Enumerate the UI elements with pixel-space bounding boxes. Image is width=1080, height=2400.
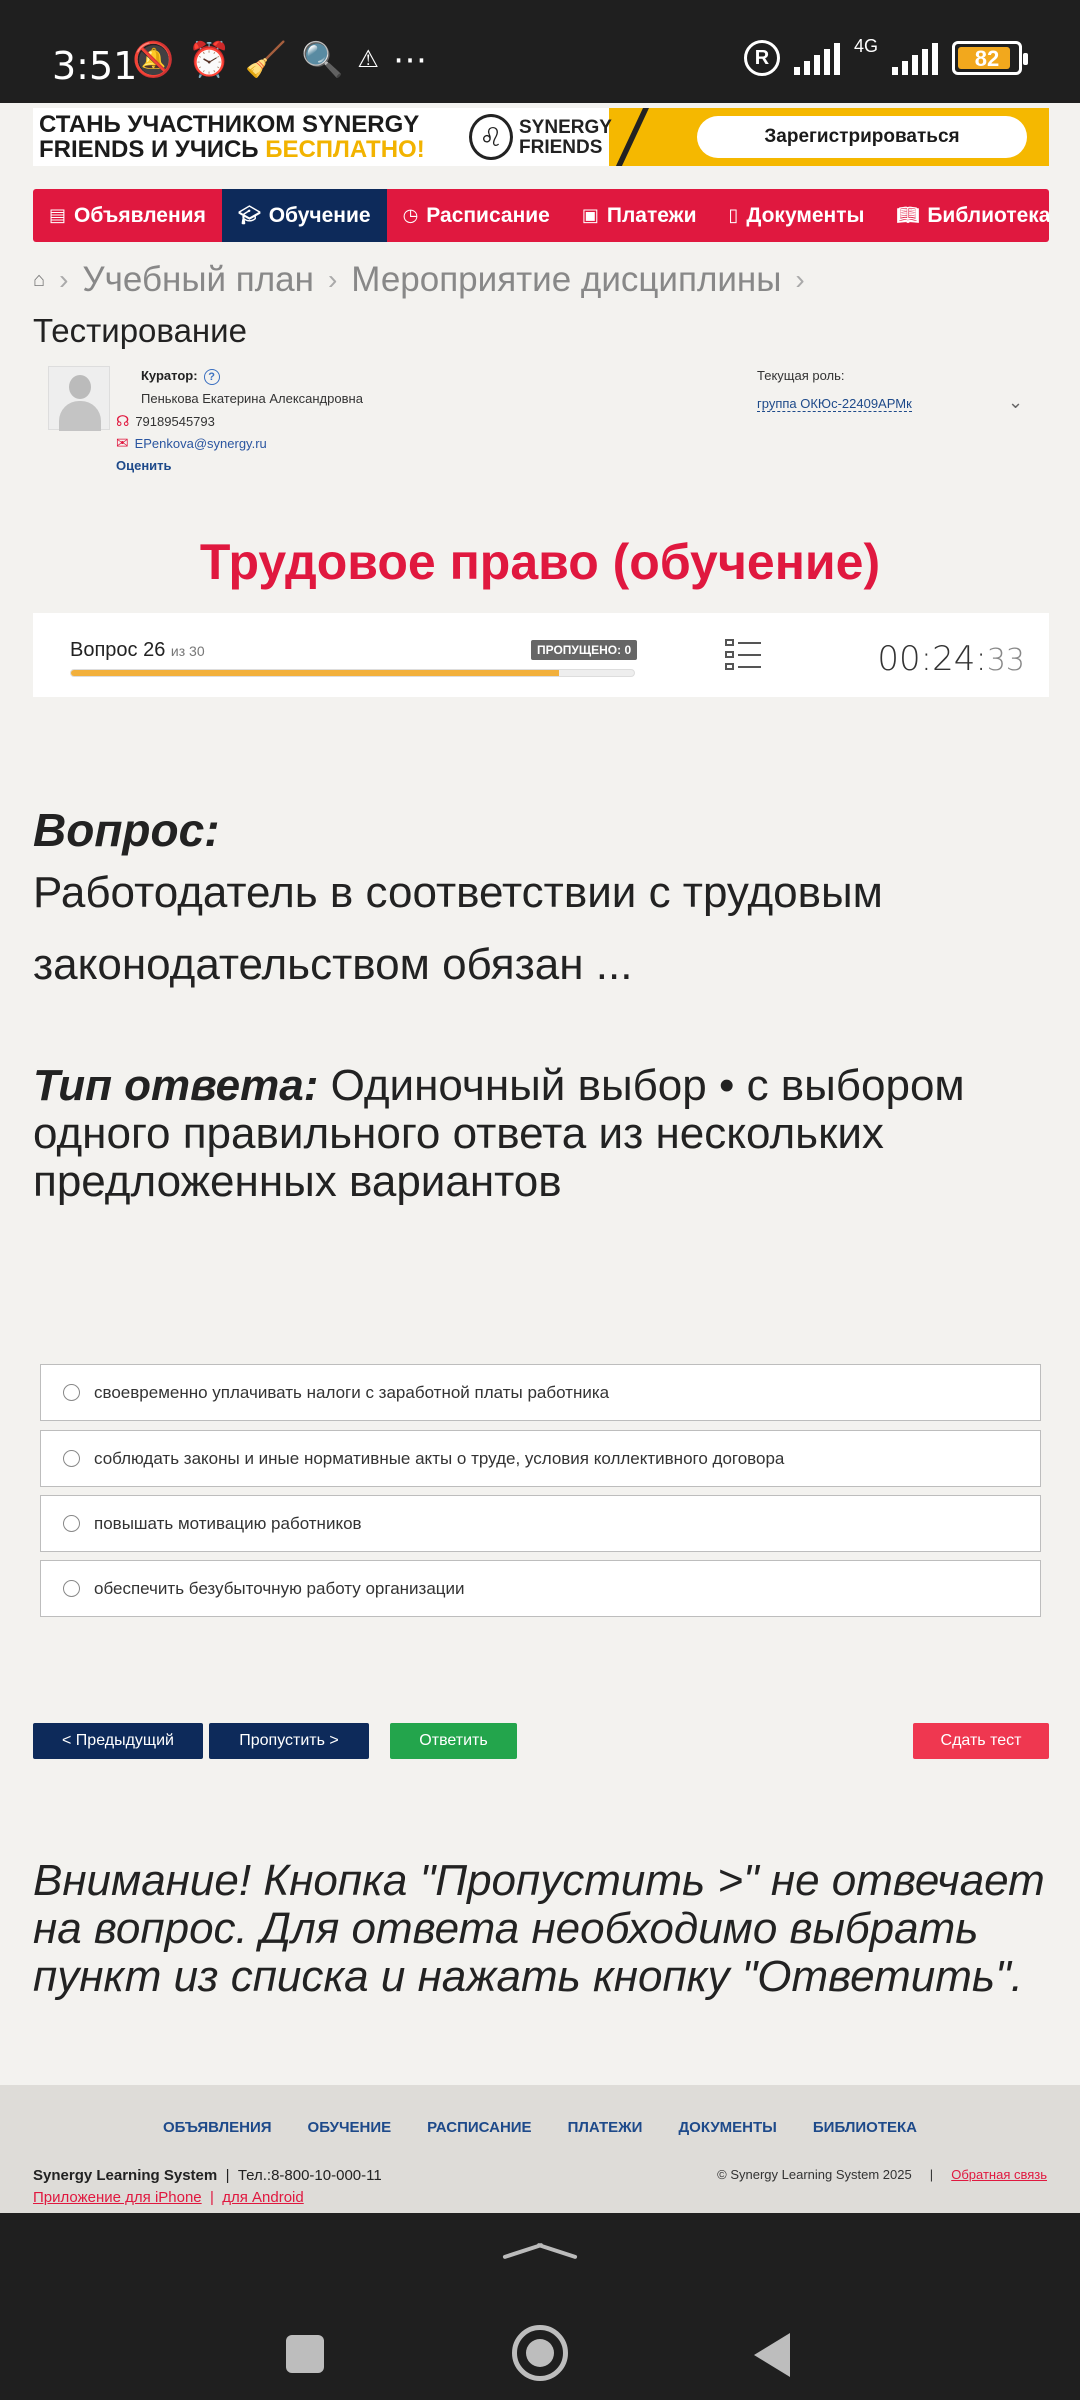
promo-line-2: FRIENDS И УЧИСЬ БЕСПЛАТНО! <box>39 136 425 163</box>
radio-button[interactable] <box>63 1580 80 1597</box>
footer-link-payments[interactable]: ПЛАТЕЖИ <box>568 2119 643 2136</box>
radio-button[interactable] <box>63 1515 80 1532</box>
curator-name: Пенькова Екатерина Александровна <box>141 391 363 406</box>
register-button[interactable]: Зарегистрироваться <box>697 116 1027 158</box>
curator-phone: ☊ 79189545793 <box>116 413 215 430</box>
graduation-cap-icon: 🎓︎ <box>237 205 261 225</box>
alarm-icon: ⏰ <box>188 41 231 79</box>
recents-button[interactable] <box>286 2335 324 2373</box>
system-nav-bar <box>0 2213 1080 2400</box>
registered-icon: R <box>743 40 780 76</box>
home-icon[interactable]: ⌂ <box>33 269 45 292</box>
course-title: Трудовое право (обучение) <box>199 534 881 590</box>
promo-text: СТАНЬ УЧАСТНИКОМ SYNERGY FRIENDS И УЧИСЬ… <box>39 112 425 162</box>
nav-item-learning[interactable]: 🎓︎ Обучение <box>221 189 387 242</box>
role-label: Текущая роль: <box>757 368 845 383</box>
network-type: 4G <box>853 35 878 56</box>
home-button[interactable] <box>512 2325 568 2381</box>
footer-right: © Synergy Learning System 2025 | Обратна… <box>717 2167 1047 2182</box>
notice-text: Внимание! Кнопка "Пропустить >" не отвеч… <box>33 1856 1045 2001</box>
answer-option[interactable]: соблюдать законы и иные нормативные акты… <box>40 1430 1041 1487</box>
clock-icon: ◷ <box>402 205 419 225</box>
footer: ОБЪЯВЛЕНИЯ ОБУЧЕНИЕ РАСПИСАНИЕ ПЛАТЕЖИ Д… <box>0 2085 1080 2213</box>
role-select[interactable]: группа ОКЮс-22409АРМк <box>757 396 912 412</box>
question-text: Работодатель в соответствии с трудовым з… <box>33 868 883 989</box>
document-icon: ▯ <box>728 205 739 225</box>
chevron-right-icon: › <box>795 264 805 295</box>
battery-level: 82 <box>974 46 1000 71</box>
footer-link-announcements[interactable]: ОБЪЯВЛЕНИЯ <box>163 2119 272 2136</box>
answer-button[interactable]: Ответить <box>390 1723 517 1759</box>
search-icon: 🔍 <box>301 41 344 79</box>
status-icons-right: R 4G 82 <box>743 36 1028 76</box>
lion-icon: ♌ <box>469 114 513 160</box>
skipped-badge: ПРОПУЩЕНО: 0 <box>531 640 638 660</box>
list-icon: ▤ <box>49 205 67 225</box>
back-button[interactable] <box>754 2333 790 2377</box>
status-icons-left: 🔕 ⏰ 🧹 🔍 ⚠ ⋯ <box>132 40 427 80</box>
chevron-right-icon: › <box>327 264 338 295</box>
android-app-link[interactable]: для Android <box>222 2189 304 2206</box>
breadcrumb: ⌂ › Учебный план › Мероприятие дисциплин… <box>33 260 805 300</box>
answer-type: Тип ответа: Одиночный выбор • с выбором … <box>33 1061 965 1206</box>
synergy-friends-logo: ♌ SYNERGY FRIENDS <box>469 114 619 160</box>
nav-item-payments[interactable]: ▣ Платежи <box>566 189 713 242</box>
nav-item-library[interactable]: 📖︎Библиотека⌄ <box>880 189 1049 242</box>
skip-button[interactable]: Пропустить > <box>209 1723 369 1759</box>
mail-icon: ✉ <box>116 435 129 452</box>
curator-label: Куратор:? <box>141 368 220 385</box>
feedback-link[interactable]: Обратная связь <box>951 2167 1047 2182</box>
warning-icon: ⚠ <box>357 46 379 73</box>
curator-email[interactable]: ✉ EPenkova@synergy.ru <box>116 434 267 452</box>
finish-test-button[interactable]: Сдать тест <box>913 1723 1049 1759</box>
answer-option[interactable]: обеспечить безубыточную работу организац… <box>40 1560 1041 1617</box>
progress-panel: Вопрос 26 из 30 ПРОПУЩЕНО: 0 00:24:33 <box>33 613 1049 697</box>
timer: 00:24:33 <box>877 639 1025 679</box>
iphone-app-link[interactable]: Приложение для iPhone <box>33 2189 202 2206</box>
question-heading: Вопрос: <box>33 804 220 856</box>
signal-icon <box>793 41 840 75</box>
footer-links: ОБЪЯВЛЕНИЯ ОБУЧЕНИЕ РАСПИСАНИЕ ПЛАТЕЖИ Д… <box>0 2119 1080 2136</box>
money-icon: ▣ <box>581 205 599 225</box>
main-nav: ▤ Объявления 🎓︎ Обучение ◷ Расписание ▣ Плат… <box>33 189 1049 242</box>
radio-button[interactable] <box>63 1450 80 1467</box>
help-icon[interactable]: ? <box>203 369 220 385</box>
rate-link[interactable]: Оценить <box>116 458 172 473</box>
progress-fill <box>71 670 560 676</box>
promo-banner[interactable]: СТАНЬ УЧАСТНИКОМ SYNERGY FRIENDS И УЧИСЬ… <box>33 108 1049 166</box>
nav-item-documents[interactable]: ▯ Документы <box>712 189 880 242</box>
footer-link-library[interactable]: БИБЛИОТЕКА <box>813 2119 917 2136</box>
signal-icon-2 <box>892 41 938 75</box>
nav-item-schedule[interactable]: ◷ Расписание <box>387 189 566 242</box>
avatar <box>48 366 110 431</box>
answer-option[interactable]: повышать мотивацию работников <box>40 1495 1041 1552</box>
footer-link-schedule[interactable]: РАСПИСАНИЕ <box>427 2119 531 2136</box>
chevron-up-icon[interactable] <box>502 2243 578 2257</box>
question-list-icon[interactable] <box>725 639 761 671</box>
promo-line-1: СТАНЬ УЧАСТНИКОМ SYNERGY <box>39 111 420 138</box>
page-title: Тестирование <box>33 312 247 349</box>
nav-item-announcements[interactable]: ▤ Объявления <box>33 189 222 242</box>
radio-button[interactable] <box>63 1384 80 1401</box>
progress-bar <box>70 669 635 677</box>
answer-option[interactable]: своевременно уплачивать налоги с заработ… <box>40 1364 1041 1421</box>
question-counter: Вопрос 26 из 30 <box>70 639 205 661</box>
footer-link-documents[interactable]: ДОКУМЕНТЫ <box>678 2119 776 2136</box>
footer-company: Synergy Learning System | Тел.:8-800-10-… <box>33 2167 382 2184</box>
footer-apps: Приложение для iPhone | для Android <box>33 2189 304 2206</box>
breadcrumb-study-plan[interactable]: Учебный план <box>82 260 314 300</box>
broom-icon: 🧹 <box>244 41 288 79</box>
breadcrumb-discipline-event[interactable]: Мероприятие дисциплины <box>351 260 781 300</box>
status-bar: 3:51 🔕 ⏰ 🧹 🔍 ⚠ ⋯ R 4G 82 <box>0 0 1080 103</box>
chevron-down-icon[interactable]: ⌄ <box>1008 392 1023 413</box>
more-icon: ⋯ <box>392 41 427 79</box>
status-time: 3:51 <box>52 44 138 88</box>
battery-icon: 82 <box>952 41 1028 75</box>
footer-link-learning[interactable]: ОБУЧЕНИЕ <box>308 2119 392 2136</box>
chevron-right-icon: › <box>59 264 69 295</box>
book-icon: 📖︎ <box>896 205 920 225</box>
headset-icon: ☊ <box>116 413 130 430</box>
previous-button[interactable]: < Предыдущий <box>33 1723 203 1759</box>
bell-off-icon: 🔕 <box>132 41 175 79</box>
